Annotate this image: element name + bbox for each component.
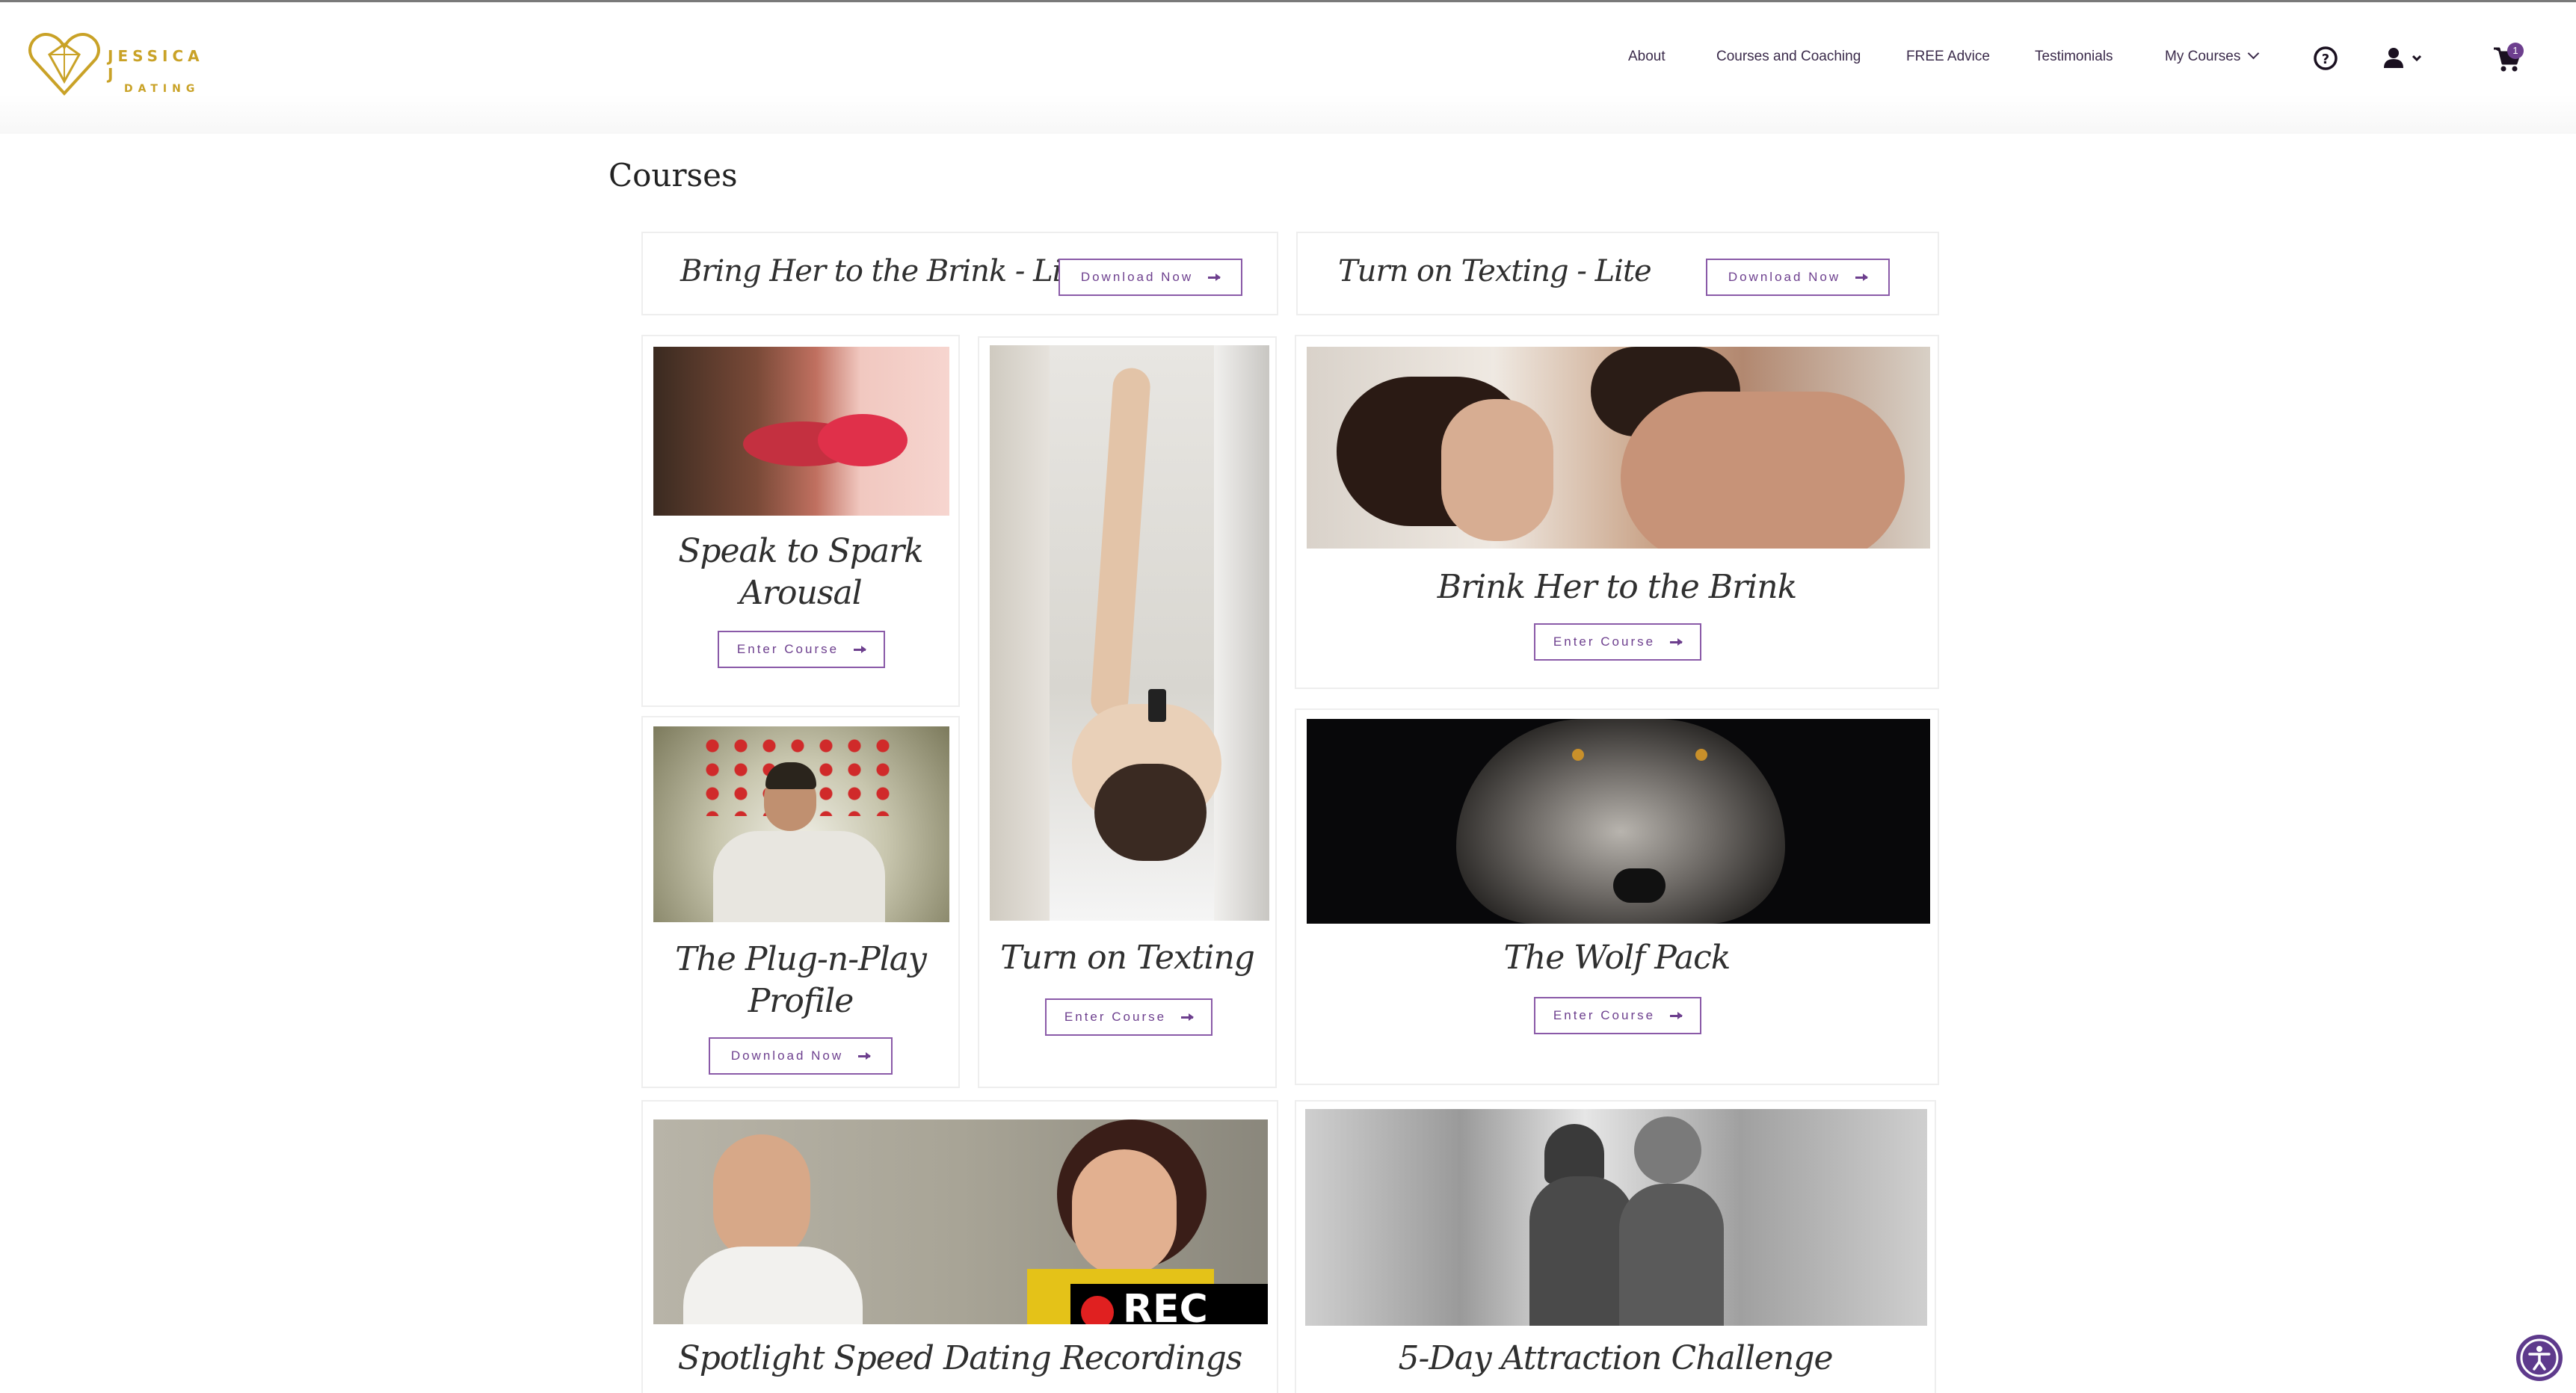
arrow-right-icon [854, 645, 867, 653]
course-image-winter-couple[interactable] [1305, 1109, 1927, 1326]
nav-my-courses[interactable]: My Courses [2165, 47, 2260, 71]
button-label: Enter Course [1553, 1008, 1656, 1022]
course-card-spotlight: REC Spotlight Speed Dating Recordings [641, 1100, 1278, 1393]
enter-course-button[interactable]: Enter Course [1534, 623, 1701, 661]
lite-card-title: Turn on Texting - Lite [1338, 254, 1652, 288]
rec-label: REC [1123, 1287, 1208, 1324]
button-label: Enter Course [736, 642, 839, 656]
nav-courses-coaching-label[interactable]: Courses and Coaching [1716, 49, 1861, 64]
heart-logo-icon [28, 33, 100, 96]
course-title-line1: The Plug-n-Play [675, 940, 927, 978]
arrow-right-icon [1670, 1011, 1683, 1019]
logo-text-line2: DATING [124, 83, 200, 95]
course-title: Spotlight Speed Dating Recordings [677, 1339, 1243, 1377]
nav-about-label[interactable]: About [1628, 49, 1666, 64]
enter-course-button[interactable]: Enter Course [718, 631, 885, 668]
arrow-right-icon [1208, 273, 1221, 281]
nav-about[interactable]: About [1628, 49, 1666, 71]
arrow-right-icon [1855, 273, 1869, 281]
course-card-wolf-pack: The Wolf Pack Enter Course [1295, 708, 1939, 1085]
cart-count-badge: 1 [2507, 43, 2524, 59]
accessibility-button[interactable] [2516, 1335, 2563, 1381]
button-label: Download Now [730, 1048, 844, 1063]
button-label: Download Now [1080, 270, 1194, 284]
course-title: The Wolf Pack [1503, 939, 1731, 977]
chevron-down-icon [2248, 47, 2260, 60]
nav-courses-coaching[interactable]: Courses and Coaching [1716, 49, 1861, 71]
lite-card-turn-on-texting: Turn on Texting - Lite Download Now [1296, 232, 1939, 315]
course-title-line2: Arousal [739, 574, 863, 612]
course-card-attraction-challenge: 5-Day Attraction Challenge [1295, 1100, 1936, 1393]
lite-card-title: Bring Her to the Brink - Lite [680, 254, 1090, 288]
course-card-plug-n-play: The Plug-n-Play Profile Download Now [641, 716, 960, 1088]
nav-free-advice[interactable]: FREE Advice [1906, 49, 1990, 71]
svg-text:?: ? [2322, 52, 2329, 67]
site-logo[interactable]: JESSICA J DATING [27, 29, 214, 98]
nav-my-courses-label[interactable]: My Courses [2165, 49, 2240, 64]
course-title-line1: Speak to Spark [678, 532, 924, 570]
accessibility-icon [2520, 1338, 2559, 1377]
course-card-turn-on-texting: Turn on Texting Enter Course [978, 336, 1277, 1088]
download-now-button[interactable]: Download Now [1706, 259, 1890, 296]
user-account-icon[interactable] [2383, 46, 2428, 71]
nav-testimonials-label[interactable]: Testimonials [2035, 49, 2113, 64]
button-label: Download Now [1728, 270, 1841, 284]
download-now-button[interactable]: Download Now [709, 1037, 893, 1075]
course-image-wolf[interactable] [1307, 719, 1930, 924]
course-card-speak-to-spark: Speak to Spark Arousal Enter Course [641, 335, 960, 707]
site-header: JESSICA J DATING About Courses and Coach… [0, 2, 2576, 134]
nav-free-advice-label[interactable]: FREE Advice [1906, 49, 1990, 64]
course-image-couple[interactable] [1307, 347, 1930, 549]
page-title: Courses [608, 157, 738, 194]
course-image-speed-dating[interactable]: REC [653, 1119, 1268, 1324]
course-image-hearts[interactable] [653, 726, 949, 922]
course-card-brink-her: Brink Her to the Brink Enter Course [1295, 335, 1939, 689]
course-title: Turn on Texting [1000, 939, 1255, 977]
course-title: The Plug-n-Play Profile [643, 939, 958, 1022]
arrow-right-icon [1670, 637, 1683, 646]
course-title: Speak to Spark Arousal [643, 531, 958, 614]
button-label: Enter Course [1064, 1010, 1167, 1024]
button-label: Enter Course [1553, 634, 1656, 649]
lite-card-bring-her: Bring Her to the Brink - Lite Download N… [641, 232, 1278, 315]
logo-text-line1: JESSICA J [108, 47, 204, 83]
enter-course-button[interactable]: Enter Course [1534, 997, 1701, 1034]
enter-course-button[interactable]: Enter Course [1045, 998, 1212, 1036]
arrow-right-icon [858, 1051, 872, 1060]
course-image-kiss[interactable] [653, 347, 949, 516]
course-image-texting[interactable] [990, 345, 1269, 921]
download-now-button[interactable]: Download Now [1059, 259, 1242, 296]
help-icon[interactable]: ? [2313, 46, 2338, 71]
course-title: 5-Day Attraction Challenge [1398, 1339, 1833, 1377]
course-title: Brink Her to the Brink [1437, 568, 1798, 606]
arrow-right-icon [1181, 1013, 1195, 1021]
course-title-line2: Profile [748, 982, 854, 1020]
nav-testimonials[interactable]: Testimonials [2035, 49, 2113, 71]
